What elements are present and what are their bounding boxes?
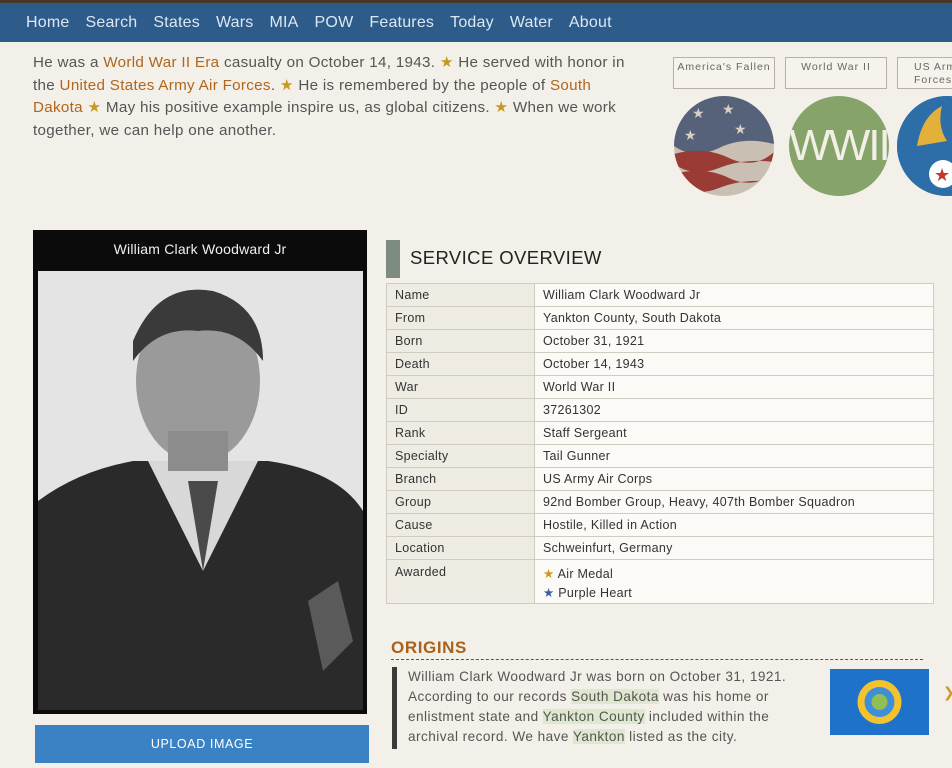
svg-text:★: ★ <box>684 127 697 143</box>
star-icon: ★ <box>87 99 102 117</box>
nav-item-states[interactable]: States <box>153 14 200 32</box>
intro-text: May his positive example inspire us, as … <box>101 99 495 117</box>
table-row: ID 37261302 <box>386 398 934 422</box>
origins-paragraph: William Clark Woodward Jr was born on Oc… <box>408 667 818 747</box>
award-name[interactable]: Purple Heart <box>558 586 632 600</box>
row-key: Location <box>386 536 535 560</box>
row-key: Rank <box>386 421 535 445</box>
gold-star-icon: ★ <box>543 567 555 581</box>
photo-card: William Clark Woodward Jr <box>33 230 367 714</box>
row-value: 37261302 <box>534 398 934 422</box>
row-value: US Army Air Corps <box>534 467 934 491</box>
category-us-army-air-forces[interactable]: US Army Air Forces <box>897 57 952 89</box>
top-nav: Home Search States Wars MIA POW Features… <box>0 0 952 42</box>
svg-text:★: ★ <box>692 105 705 121</box>
table-row: Specialty Tail Gunner <box>386 444 934 468</box>
table-row-awarded: Awarded ★ Air Medal ★ Purple Heart <box>386 559 934 604</box>
quote-bar <box>392 667 397 749</box>
row-key: Group <box>386 490 535 514</box>
row-value: 92nd Bomber Group, Heavy, 407th Bomber S… <box>534 490 934 514</box>
section-accent-bar <box>386 240 400 278</box>
intro-text: He is remembered by the people of <box>293 76 550 94</box>
star-icon: ★ <box>439 54 454 71</box>
row-value: October 31, 1921 <box>534 329 934 353</box>
nav-list: Home Search States Wars MIA POW Features… <box>0 3 952 42</box>
category-americas-fallen[interactable]: America's Fallen <box>673 57 775 89</box>
row-key: War <box>386 375 535 399</box>
table-row: War World War II <box>386 375 934 399</box>
row-value: Tail Gunner <box>534 444 934 468</box>
state-flag-icon <box>830 669 929 735</box>
award-item: ★ Purple Heart <box>543 584 925 603</box>
row-value: Staff Sergeant <box>534 421 934 445</box>
award-name[interactable]: Air Medal <box>558 567 614 581</box>
svg-text:★: ★ <box>934 165 950 185</box>
row-key: Name <box>386 283 535 307</box>
row-key: Death <box>386 352 535 376</box>
row-value: October 14, 1943 <box>534 352 934 376</box>
soldier-portrait <box>38 271 363 710</box>
war-link[interactable]: World War II Era <box>103 54 219 71</box>
awards-cell: ★ Air Medal ★ Purple Heart <box>534 559 934 604</box>
intro-text: He was a <box>33 54 104 71</box>
table-row: Group 92nd Bomber Group, Heavy, 407th Bom… <box>386 490 934 514</box>
intro-text: casualty on October 14, 1943. <box>219 54 440 71</box>
row-key: ID <box>386 398 535 422</box>
nav-item-search[interactable]: Search <box>85 14 137 32</box>
row-key: Branch <box>386 467 535 491</box>
table-row: Location Schweinfurt, Germany <box>386 536 934 560</box>
nav-item-mia[interactable]: MIA <box>270 14 299 32</box>
army-air-forces-circle-icon[interactable]: ★ <box>897 96 952 196</box>
origins-text: listed as the city. <box>624 729 738 744</box>
service-table: Name William Clark Woodward Jr From Yankto… <box>386 283 934 604</box>
origins-title: ORIGINS <box>391 638 467 657</box>
upload-image-button[interactable]: UPLOAD IMAGE <box>35 725 369 763</box>
table-row: Death October 14, 1943 <box>386 352 934 376</box>
table-row: Born October 31, 1921 <box>386 329 934 353</box>
table-row: From Yankton County, South Dakota <box>386 306 934 330</box>
service-overview-title: SERVICE OVERVIEW <box>410 247 602 268</box>
flag-circle-icon[interactable]: ★ ★ ★ ★ <box>674 96 774 196</box>
award-item: ★ Air Medal <box>543 565 925 584</box>
wwii-badge-text: WWII <box>789 121 889 170</box>
state-link[interactable]: South Dakota <box>571 689 659 704</box>
row-key: Awarded <box>386 559 535 604</box>
row-key: Specialty <box>386 444 535 468</box>
county-link[interactable]: Yankton County <box>542 709 645 724</box>
row-value: Schweinfurt, Germany <box>534 536 934 560</box>
table-row: Branch US Army Air Corps <box>386 467 934 491</box>
city-link[interactable]: Yankton <box>572 729 625 744</box>
star-icon: ★ <box>279 76 294 94</box>
row-value: Hostile, Killed in Action <box>534 513 934 537</box>
nav-item-wars[interactable]: Wars <box>216 14 254 32</box>
row-key: From <box>386 306 535 330</box>
nav-item-water[interactable]: Water <box>510 14 553 32</box>
category-world-war-ii[interactable]: World War II <box>785 57 887 89</box>
star-icon: ★ <box>494 99 509 117</box>
row-key: Born <box>386 329 535 353</box>
row-value: World War II <box>534 375 934 399</box>
row-key: Cause <box>386 513 535 537</box>
blue-star-icon: ★ <box>543 586 555 600</box>
table-row: Name William Clark Woodward Jr <box>386 283 934 307</box>
photo-caption-name: William Clark Woodward Jr <box>113 241 287 257</box>
svg-text:★: ★ <box>722 101 735 117</box>
nav-item-home[interactable]: Home <box>26 14 69 32</box>
nav-item-today[interactable]: Today <box>450 14 494 32</box>
chevron-icon[interactable]: ❯ <box>943 684 952 701</box>
divider <box>391 659 923 660</box>
nav-item-pow[interactable]: POW <box>315 14 354 32</box>
row-value: Yankton County, South Dakota <box>534 306 934 330</box>
intro-text: . <box>270 76 280 94</box>
wwii-circle-icon[interactable]: WWII <box>789 96 889 196</box>
table-row: Rank Staff Sergeant <box>386 421 934 445</box>
nav-item-features[interactable]: Features <box>369 14 434 32</box>
branch-link[interactable]: United States Army Air Forces <box>60 77 271 94</box>
row-value: William Clark Woodward Jr <box>534 283 934 307</box>
svg-text:★: ★ <box>734 121 747 137</box>
nav-item-about[interactable]: About <box>569 14 612 32</box>
intro-paragraph: He was a World War II Era casualty on Oc… <box>33 52 643 142</box>
table-row: Cause Hostile, Killed in Action <box>386 513 934 537</box>
